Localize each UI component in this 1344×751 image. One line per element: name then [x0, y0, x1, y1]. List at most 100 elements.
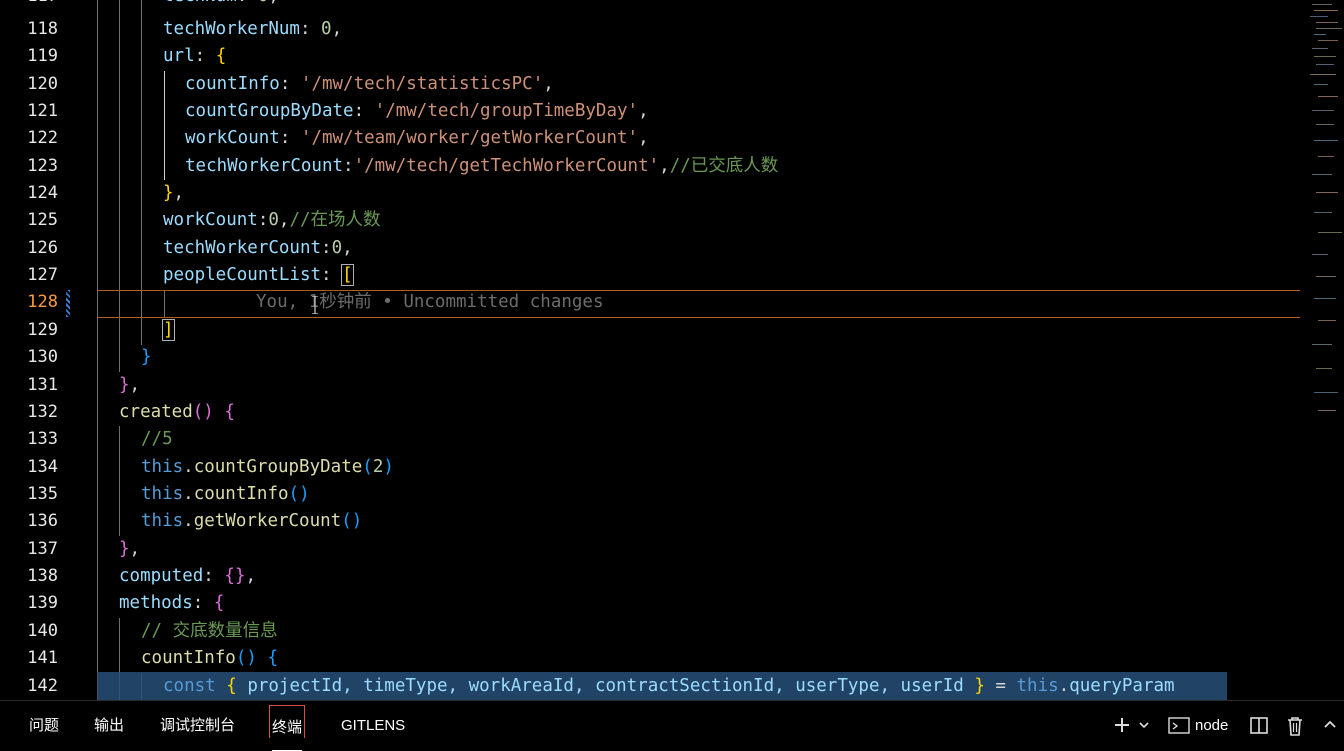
line-number: 129 [27, 320, 58, 340]
code-line[interactable]: 126 techWorkerCount:0, [0, 235, 1300, 262]
number-value: 0 [268, 210, 279, 230]
colon: : [279, 74, 301, 94]
tab-gitlens[interactable]: GITLENS [339, 715, 407, 737]
chevron-down-icon[interactable] [1138, 715, 1150, 740]
code-line[interactable]: 138 computed: {}, [0, 563, 1300, 590]
line-number: 121 [27, 101, 58, 121]
code-line[interactable]: 119 url: { [0, 43, 1300, 70]
function-call: countInfo [193, 484, 289, 504]
paren-close: ) [383, 457, 394, 477]
comma: , [245, 566, 256, 586]
property-key: techWorkerCount [185, 156, 344, 176]
dot: . [183, 457, 194, 477]
this-keyword: this [141, 511, 184, 531]
code-line[interactable]: 123 techWorkerCount:'/mw/tech/getTechWor… [0, 153, 1300, 180]
text-cursor-icon [312, 296, 318, 314]
code-line[interactable]: 117 techNum: 0, [0, 0, 1300, 10]
code-line[interactable]: 134 this.countGroupByDate(2) [0, 454, 1300, 481]
function-name: countInfo [141, 648, 236, 668]
line-number: 123 [27, 156, 58, 176]
paren-open: ( [362, 457, 373, 477]
comma: , [638, 101, 649, 121]
matched-bracket: ] [162, 319, 175, 341]
property-key: methods [119, 593, 193, 613]
dot: . [1058, 676, 1070, 696]
colon: : [353, 101, 375, 121]
line-number: 131 [27, 375, 58, 395]
line-number: 127 [27, 265, 58, 285]
code-comment: //在场人数 [289, 210, 381, 230]
trash-icon[interactable] [1285, 715, 1305, 742]
tab-terminal[interactable]: 终端 [269, 705, 306, 751]
code-line[interactable]: 124 }, [0, 180, 1300, 207]
code-line[interactable]: 132 created() { [0, 399, 1300, 426]
tab-label: GITLENS [341, 717, 406, 734]
brace: { [215, 46, 227, 66]
code-line[interactable]: 122 workCount: '/mw/team/worker/getWorke… [0, 125, 1300, 152]
line-number: 130 [27, 347, 58, 367]
tab-label: 终端 [272, 706, 303, 751]
code-comment: //已交底人数 [669, 156, 779, 176]
colon: : [192, 593, 214, 613]
string-value: '/mw/team/worker/getWorkerCount' [300, 128, 639, 148]
tab-output[interactable]: 输出 [92, 715, 126, 737]
code-line[interactable]: 137 }, [0, 536, 1300, 563]
code-line[interactable]: 139 methods: { [0, 590, 1300, 617]
property-key: countGroupByDate [185, 101, 354, 121]
property-key: countInfo [185, 74, 280, 94]
destructured-variables: projectId, timeType, workAreaId, contrac… [247, 676, 964, 696]
code-editor[interactable]: 117 techNum: 0, 118 techWorkerNum: 0, 11… [0, 0, 1300, 700]
tab-label: 问题 [29, 717, 60, 734]
code-line[interactable]: 136 this.getWorkerCount() [0, 508, 1300, 535]
code-line[interactable]: 142 const { projectId, timeType, workAre… [0, 673, 1300, 700]
tab-debug-console[interactable]: 调试控制台 [158, 715, 237, 737]
line-number: 122 [27, 128, 58, 148]
brace: } [141, 347, 152, 367]
chevron-up-icon[interactable] [1322, 715, 1338, 740]
line-number: 120 [27, 74, 58, 94]
code-line-active[interactable]: 128 You, 1秒钟前 • Uncommitted changes [0, 289, 1300, 316]
code-line[interactable]: 131 }, [0, 372, 1300, 399]
line-number: 140 [27, 621, 58, 641]
function-name: created [119, 402, 193, 422]
colon: : [299, 19, 322, 39]
property-key: workCount [185, 128, 280, 148]
brace: } [163, 183, 174, 203]
line-number: 136 [27, 511, 58, 531]
parens: () [288, 484, 310, 504]
minimap[interactable] [1300, 0, 1344, 700]
code-line[interactable]: 133 //5 [0, 426, 1300, 453]
property-key: url [163, 46, 195, 66]
terminal-icon[interactable] [1168, 715, 1190, 740]
split-icon[interactable] [1249, 715, 1269, 740]
code-line[interactable]: 120 countInfo: '/mw/tech/statisticsPC', [0, 71, 1300, 98]
plus-icon[interactable] [1112, 715, 1132, 740]
comma: , [129, 539, 141, 559]
code-line[interactable]: 118 techWorkerNum: 0, [0, 16, 1300, 43]
const-keyword: const [163, 676, 216, 696]
line-number: 119 [27, 46, 58, 66]
code-line[interactable]: 141 countInfo() { [0, 645, 1300, 672]
code-line[interactable]: 129 ] [0, 317, 1300, 344]
parens: () [341, 511, 363, 531]
line-number: 135 [27, 484, 58, 504]
line-number: 124 [27, 183, 58, 203]
code-line[interactable]: 130 } [0, 344, 1300, 371]
property-key: techWorkerNum [163, 19, 300, 39]
comma: , [268, 0, 279, 6]
comma: , [129, 375, 141, 395]
code-line[interactable]: 125 workCount:0,//在场人数 [0, 207, 1300, 234]
function-call: getWorkerCount [193, 511, 342, 531]
comma: , [331, 19, 343, 39]
terminal-name[interactable]: node [1195, 715, 1228, 737]
colon: : [203, 566, 225, 586]
code-line[interactable]: 140 // 交底数量信息 [0, 618, 1300, 645]
tab-problems[interactable]: 问题 [27, 715, 61, 737]
line-number: 126 [27, 238, 58, 258]
code-line[interactable]: 127 peopleCountList: [ [0, 262, 1300, 289]
property-access: queryParam [1069, 676, 1175, 696]
colon: : [194, 46, 216, 66]
code-line[interactable]: 121 countGroupByDate: '/mw/tech/groupTim… [0, 98, 1300, 125]
code-line[interactable]: 135 this.countInfo() [0, 481, 1300, 508]
colon: : [343, 156, 354, 176]
